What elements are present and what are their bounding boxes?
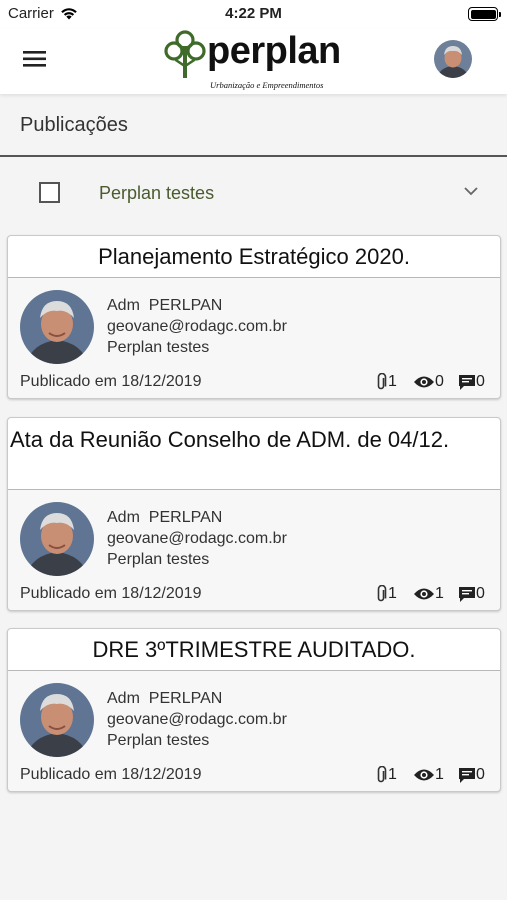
comments-count[interactable]: 0 bbox=[458, 585, 485, 603]
author-email: geovane@rodagc.com.br bbox=[107, 711, 287, 728]
author-name: Adm PERLPAN bbox=[107, 509, 223, 526]
comments-value: 0 bbox=[476, 585, 485, 602]
publication-author-block: Adm PERLPAN geovane@rodagc.com.br Perpla… bbox=[8, 671, 500, 757]
views-value: 0 bbox=[435, 373, 444, 390]
views-count: 0 bbox=[413, 373, 444, 391]
paperclip-icon bbox=[377, 373, 387, 390]
chevron-down-icon[interactable] bbox=[463, 185, 479, 197]
published-date: Publicado em 18/12/2019 bbox=[20, 585, 202, 602]
attachments-count[interactable]: 1 bbox=[374, 766, 397, 784]
author-avatar bbox=[20, 683, 94, 757]
attachments-value: 1 bbox=[388, 373, 397, 390]
publication-card[interactable]: Ata da Reunião Conselho de ADM. de 04/12… bbox=[7, 417, 501, 611]
publication-footer: Publicado em 18/12/2019 1 0 0 bbox=[8, 362, 500, 398]
eye-icon bbox=[414, 376, 434, 388]
attachments-count[interactable]: 1 bbox=[374, 373, 397, 391]
author-email: geovane@rodagc.com.br bbox=[107, 530, 287, 547]
user-avatar[interactable] bbox=[434, 40, 472, 78]
comment-icon bbox=[459, 374, 475, 390]
publication-title: Planejamento Estratégico 2020. bbox=[8, 236, 500, 278]
author-group: Perplan testes bbox=[107, 732, 210, 749]
page-title: Publicações bbox=[20, 114, 128, 136]
eye-icon bbox=[414, 769, 434, 781]
publication-title: Ata da Reunião Conselho de ADM. de 04/12… bbox=[8, 418, 500, 490]
attachments-count[interactable]: 1 bbox=[374, 585, 397, 603]
comments-value: 0 bbox=[476, 373, 485, 390]
comments-count[interactable]: 0 bbox=[458, 766, 485, 784]
app-header: perplan Urbanização e Empreendimentos bbox=[0, 28, 507, 94]
perplan-logo: perplan Urbanização e Empreendimentos bbox=[163, 28, 343, 92]
logo-tagline: Urbanização e Empreendimentos bbox=[210, 80, 324, 90]
comment-icon bbox=[459, 586, 475, 602]
publication-title: DRE 3ºTRIMESTRE AUDITADO. bbox=[8, 629, 500, 671]
filter-checkbox[interactable] bbox=[39, 182, 60, 203]
author-avatar bbox=[20, 502, 94, 576]
paperclip-icon bbox=[377, 585, 387, 602]
comments-value: 0 bbox=[476, 766, 485, 783]
author-name: Adm PERLPAN bbox=[107, 297, 223, 314]
publication-footer: Publicado em 18/12/2019 1 1 0 bbox=[8, 755, 500, 791]
status-bar: Carrier 4:22 PM bbox=[0, 0, 507, 28]
author-email: geovane@rodagc.com.br bbox=[107, 318, 287, 335]
author-group: Perplan testes bbox=[107, 551, 210, 568]
author-avatar bbox=[20, 290, 94, 364]
author-group: Perplan testes bbox=[107, 339, 210, 356]
filter-label: Perplan testes bbox=[99, 183, 215, 203]
attachments-value: 1 bbox=[388, 766, 397, 783]
battery-icon bbox=[468, 7, 501, 21]
publication-card[interactable]: Planejamento Estratégico 2020. Adm PERLP… bbox=[7, 235, 501, 399]
author-name: Adm PERLPAN bbox=[107, 690, 223, 707]
publication-author-block: Adm PERLPAN geovane@rodagc.com.br Perpla… bbox=[8, 490, 500, 576]
publication-card[interactable]: DRE 3ºTRIMESTRE AUDITADO. Adm PERLPAN ge… bbox=[7, 628, 501, 792]
comment-icon bbox=[459, 767, 475, 783]
title-divider bbox=[0, 155, 507, 157]
views-value: 1 bbox=[435, 766, 444, 783]
group-filter-dropdown[interactable]: Perplan testes bbox=[0, 172, 507, 214]
status-time: 4:22 PM bbox=[225, 5, 282, 22]
publication-author-block: Adm PERLPAN geovane@rodagc.com.br Perpla… bbox=[8, 278, 500, 364]
eye-icon bbox=[414, 588, 434, 600]
published-date: Publicado em 18/12/2019 bbox=[20, 766, 202, 783]
hamburger-menu-icon[interactable] bbox=[22, 48, 48, 70]
paperclip-icon bbox=[377, 766, 387, 783]
comments-count[interactable]: 0 bbox=[458, 373, 485, 391]
views-value: 1 bbox=[435, 585, 444, 602]
views-count: 1 bbox=[413, 585, 444, 603]
attachments-value: 1 bbox=[388, 585, 397, 602]
views-count: 1 bbox=[413, 766, 444, 784]
published-date: Publicado em 18/12/2019 bbox=[20, 373, 202, 390]
tree-logo-icon bbox=[164, 30, 206, 78]
publication-footer: Publicado em 18/12/2019 1 1 0 bbox=[8, 574, 500, 610]
logo-wordmark: perplan bbox=[207, 30, 341, 72]
